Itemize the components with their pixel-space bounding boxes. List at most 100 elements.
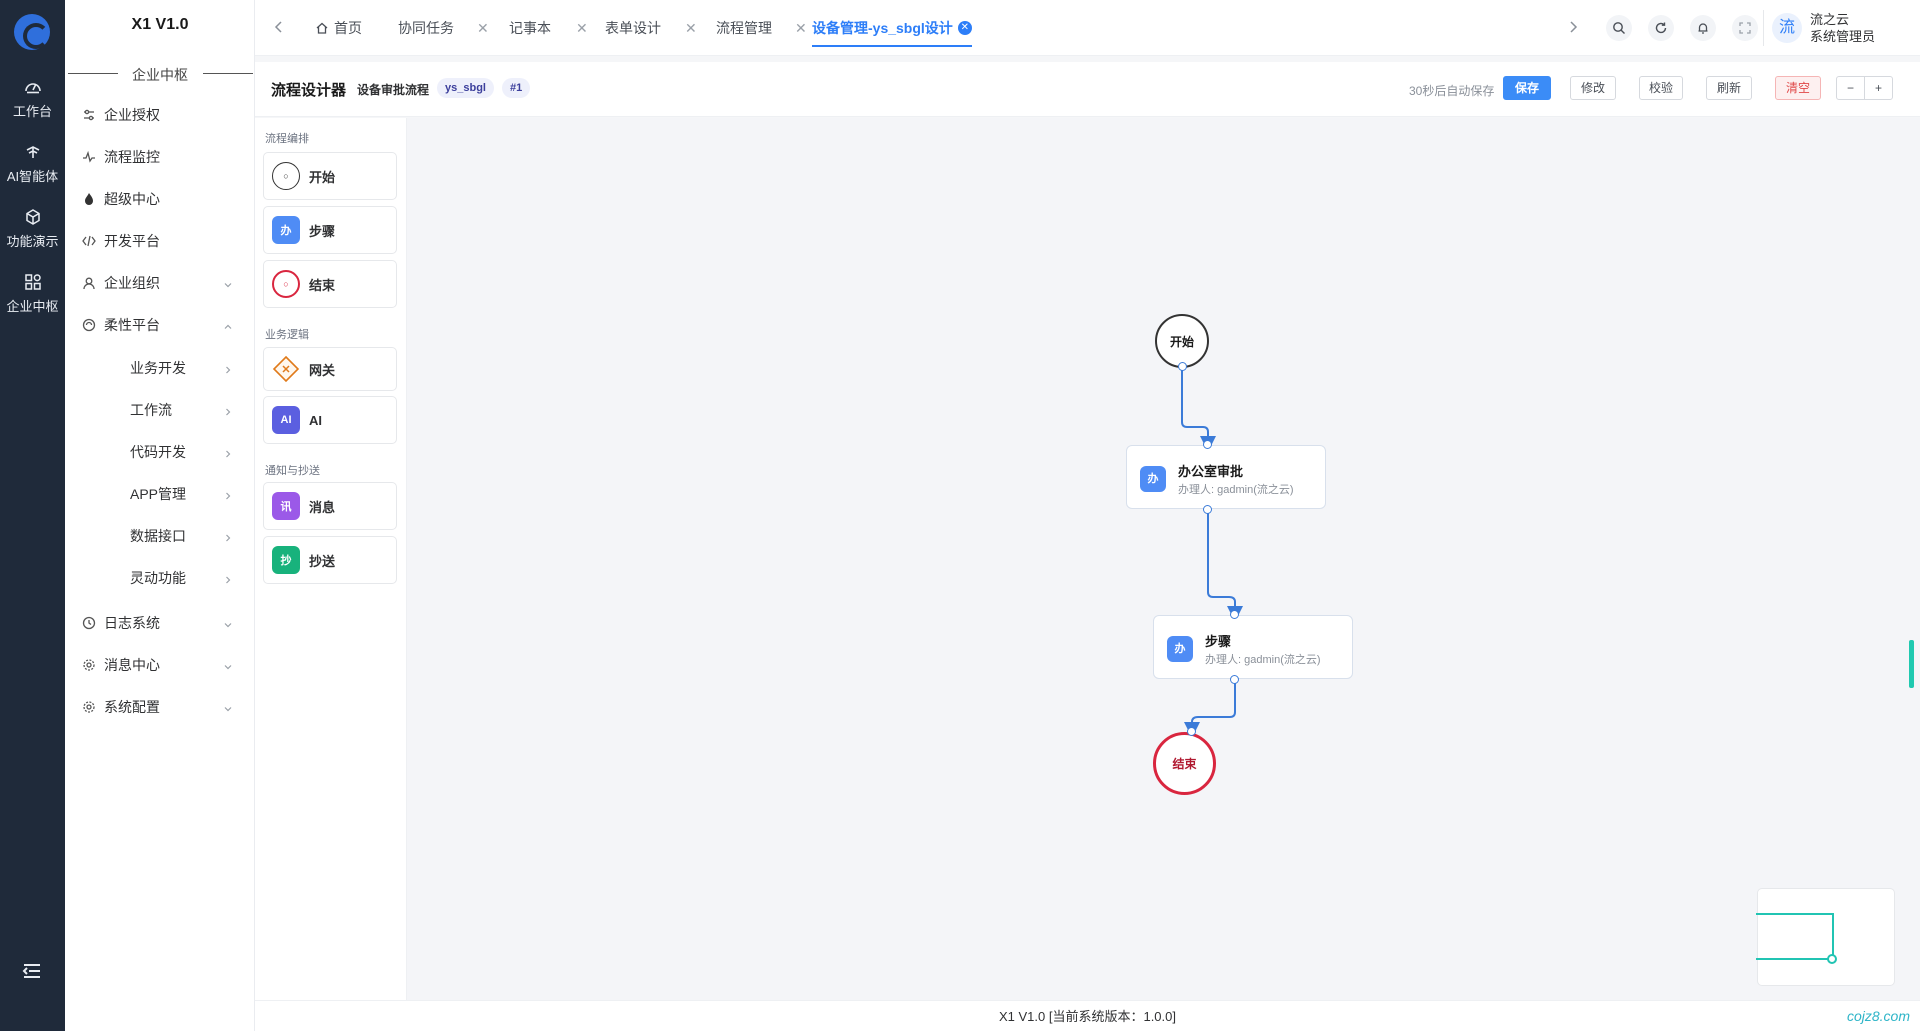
sliders-icon [82, 108, 96, 122]
edge-step-to-end [1184, 679, 1236, 738]
sidebar-item-process-monitor[interactable]: 流程监控 [65, 136, 255, 178]
close-tab-icon[interactable]: ✕ [576, 0, 602, 56]
sidebar-item-log-system[interactable]: 日志系统 [65, 602, 255, 644]
icon-rail: 工作台 AI智能体 功能演示 企业中枢 [0, 0, 65, 1031]
sidebar-item-enterprise-org[interactable]: 企业组织 [65, 262, 255, 304]
save-button[interactable]: 保存 [1503, 76, 1551, 100]
footer-version: X1 V1.0 [当前系统版本：1.0.0] [998, 1009, 1176, 1024]
home-icon [315, 21, 329, 35]
palette-section-title: 通知与抄送 [265, 465, 320, 477]
rail-item-ai-agent[interactable]: AI智能体 [0, 143, 65, 185]
chevron-right-icon [223, 362, 233, 374]
palette-item-start[interactable]: ○ 开始 [263, 152, 397, 200]
sidebar-item-dev-platform[interactable]: 开发平台 [65, 220, 255, 262]
chevron-right-icon [223, 446, 233, 458]
sidebar-item-flex-platform[interactable]: 柔性平台 [65, 304, 255, 346]
node-port[interactable] [1203, 440, 1212, 449]
tabs-scroll-right-icon[interactable] [1567, 20, 1579, 34]
palette-item-cc[interactable]: 抄 抄送 [263, 536, 397, 584]
bell-icon[interactable] [1690, 15, 1716, 41]
avatar[interactable]: 流 [1772, 13, 1802, 43]
tab-bar: 首页 协同任务 ✕ 记事本 ✕ 表单设计 ✕ 流程管理 ✕ 设备管理-ys_sb… [255, 0, 1920, 56]
tab-notebook[interactable]: 记事本 [509, 0, 551, 56]
pulse-icon [82, 150, 96, 164]
rail-item-feature-demo[interactable]: 功能演示 [0, 208, 65, 250]
tab-process-manage[interactable]: 流程管理 [716, 0, 772, 56]
palette-item-message[interactable]: 讯 消息 [263, 482, 397, 530]
dashboard-icon [24, 78, 42, 96]
clock-icon [82, 616, 96, 630]
cc-icon: 抄 [272, 546, 300, 574]
node-port[interactable] [1178, 362, 1187, 371]
modify-button[interactable]: 修改 [1570, 76, 1616, 100]
tab-device-design[interactable]: 设备管理-ys_sbgl设计 ✕ [812, 0, 972, 56]
chevron-down-icon [223, 659, 233, 670]
gear-icon [82, 658, 96, 672]
scroll-indicator[interactable] [1909, 640, 1914, 688]
autosave-status: 30秒后自动保存 [1409, 84, 1495, 98]
approval-step-node[interactable]: 办 办公室审批 办理人: gadmin(流之云) [1126, 445, 1326, 509]
ai-agent-icon [24, 143, 42, 161]
palette-item-end[interactable]: ○ 结束 [263, 260, 397, 308]
end-node[interactable]: 结束 [1153, 732, 1216, 795]
chevron-down-icon [223, 701, 233, 712]
chevron-right-icon [223, 488, 233, 500]
sidebar-subitem-smart-functions[interactable]: 灵动功能 [65, 557, 255, 599]
close-tab-icon[interactable]: ✕ [957, 21, 972, 35]
tab-form-design[interactable]: 表单设计 [605, 0, 661, 56]
flow-canvas[interactable]: 开始 办 办公室审批 办理人: gadmin(流之云) 办 步骤 办理人: ga… [407, 118, 1920, 1000]
divider [203, 73, 253, 74]
canvas-minimap[interactable] [1756, 888, 1895, 986]
ai-icon: AI [272, 406, 300, 434]
collapse-menu-icon[interactable] [21, 960, 43, 982]
chevron-down-icon [223, 617, 233, 628]
sidebar-subitem-app-manage[interactable]: APP管理 [65, 473, 255, 515]
designer-toolbar: 流程设计器 设备审批流程 ys_sbgl #1 30秒后自动保存 保存 修改 校… [255, 62, 1920, 117]
palette-item-gateway[interactable]: 网关 [263, 347, 397, 391]
palette-item-ai[interactable]: AI AI [263, 396, 397, 444]
close-tab-icon[interactable]: ✕ [477, 0, 503, 56]
sidebar-item-enterprise-license[interactable]: 企业授权 [65, 94, 255, 136]
sidebar-subitem-data-api[interactable]: 数据接口 [65, 515, 255, 557]
chevron-right-icon [223, 572, 233, 584]
search-icon[interactable] [1606, 15, 1632, 41]
node-port[interactable] [1230, 610, 1239, 619]
palette-section-title: 流程编排 [265, 133, 309, 145]
rail-item-workbench[interactable]: 工作台 [0, 78, 65, 120]
sidebar-item-super-center[interactable]: 超级中心 [65, 178, 255, 220]
clear-button[interactable]: 清空 [1775, 76, 1821, 100]
step-icon: 办 [272, 216, 300, 244]
edge-start-to-approval [1181, 366, 1216, 452]
end-circle-icon: ○ [272, 270, 300, 298]
zoom-in-button[interactable]: + [1864, 76, 1893, 100]
validate-button[interactable]: 校验 [1639, 76, 1683, 100]
start-node[interactable]: 开始 [1155, 314, 1209, 368]
minimap-viewport[interactable] [1756, 913, 1834, 960]
rail-item-enterprise-hub[interactable]: 企业中枢 [0, 273, 65, 315]
flame-icon [82, 192, 96, 206]
tab-home[interactable]: 首页 [315, 0, 362, 56]
node-port[interactable] [1230, 675, 1239, 684]
refresh-button[interactable]: 刷新 [1706, 76, 1752, 100]
step-icon: 办 [1140, 466, 1166, 492]
node-port[interactable] [1203, 505, 1212, 514]
zoom-out-button[interactable]: − [1836, 76, 1865, 100]
sidebar-item-message-center[interactable]: 消息中心 [65, 644, 255, 686]
step-icon: 办 [1167, 636, 1193, 662]
minimap-handle[interactable] [1827, 954, 1837, 964]
sidebar-item-system-config[interactable]: 系统配置 [65, 686, 255, 728]
sidebar-subitem-workflow[interactable]: 工作流 [65, 389, 255, 431]
step-node[interactable]: 办 步骤 办理人: gadmin(流之云) [1153, 615, 1353, 679]
palette-section-title: 业务逻辑 [265, 329, 309, 341]
user-info[interactable]: 流之云 系统管理员 [1810, 11, 1875, 45]
close-tab-icon[interactable]: ✕ [685, 0, 711, 56]
sidebar-subitem-code-dev[interactable]: 代码开发 [65, 431, 255, 473]
node-port[interactable] [1187, 727, 1196, 736]
refresh-icon[interactable] [1648, 15, 1674, 41]
sidebar-subitem-business-dev[interactable]: 业务开发 [65, 347, 255, 389]
palette-item-step[interactable]: 办 步骤 [263, 206, 397, 254]
fullscreen-icon[interactable] [1732, 15, 1758, 41]
tab-collab-tasks[interactable]: 协同任务 [398, 0, 454, 56]
flow-version-tag: #1 [502, 78, 531, 98]
tabs-scroll-left-icon[interactable] [273, 20, 285, 34]
